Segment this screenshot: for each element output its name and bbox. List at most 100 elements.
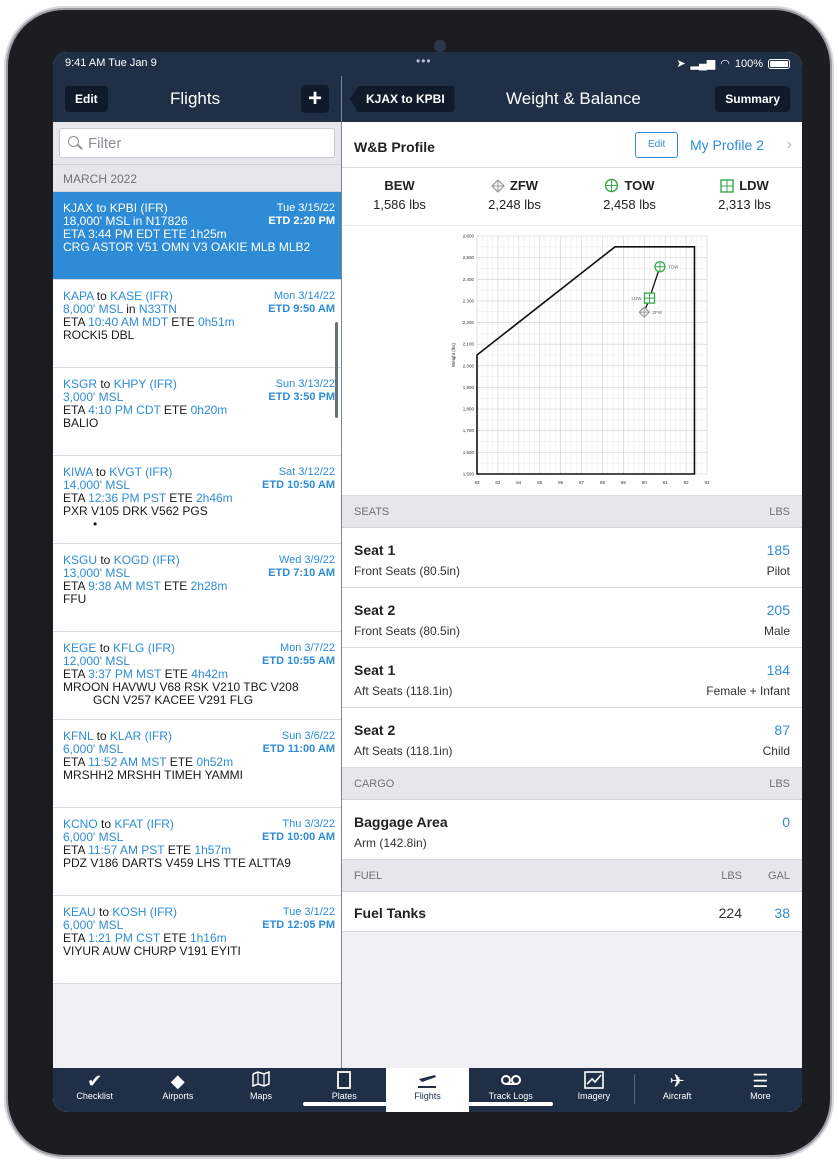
ldw-square-icon — [720, 178, 734, 193]
flight-route-cont: • — [93, 518, 98, 531]
seat-row[interactable]: Seat 1 Aft Seats (118.1in) 184 Female + … — [342, 648, 802, 708]
tab-imagery[interactable]: Imagery — [552, 1068, 635, 1112]
flight-list-item[interactable]: KSGU to KOGD (IFR) Wed 3/9/22 ETD 7:10 AM 1… — [53, 544, 341, 632]
tab-airports[interactable]: ◆ Airports — [136, 1068, 219, 1112]
seat-occupant: Pilot — [766, 564, 790, 578]
flight-list-item[interactable]: KAPA to KASE (IFR) Mon 3/14/22 ETD 9:50 AM… — [53, 280, 341, 368]
scrollbar[interactable] — [335, 322, 338, 418]
flight-date: Thu 3/3/22 — [282, 818, 335, 830]
fuel-gal[interactable]: 38 — [774, 905, 790, 921]
seat-weight[interactable]: 87 — [774, 722, 790, 738]
flight-etd: ETD 9:50 AM — [268, 303, 335, 315]
y-tick-label: 1,800 — [463, 407, 475, 412]
summary-button[interactable]: Summary — [715, 86, 790, 112]
tab-separator — [634, 1074, 635, 1104]
y-tick-label: 1,600 — [463, 450, 475, 455]
eta-label: ETA — [63, 755, 89, 769]
profile-edit-button[interactable]: Edit — [635, 132, 679, 158]
x-tick-label: 93 — [704, 480, 710, 485]
y-tick-label: 2,200 — [463, 320, 475, 325]
tow-circle-icon — [605, 178, 619, 193]
tab-label: Plates — [331, 1091, 357, 1101]
home-indicator[interactable] — [303, 1102, 553, 1106]
check-icon: ✔ — [87, 1071, 103, 1091]
flight-eta: 1:21 PM CST — [88, 931, 160, 945]
flight-aircraft: N17826 — [145, 214, 188, 228]
tab-label: Track Logs — [488, 1091, 533, 1101]
tab-maps[interactable]: Maps — [219, 1068, 302, 1112]
flight-route: BALIO — [63, 417, 99, 430]
flight-list-item[interactable]: KIWA to KVGT (IFR) Sat 3/12/22 ETD 10:50 A… — [53, 456, 341, 544]
cargo-weight[interactable]: 0 — [782, 814, 790, 830]
multitask-dots[interactable]: ••• — [416, 54, 432, 68]
flight-altitude: 14,000' MSL — [63, 478, 131, 492]
flight-etd: ETD 10:00 AM — [262, 831, 335, 843]
flight-times-row: ETA 11:57 AM PST ETE 1h57m — [63, 844, 331, 857]
arrival-airport: KOGD — [113, 553, 150, 567]
ete-label: ETE — [160, 403, 191, 417]
flight-list-item[interactable]: KFNL to KLAR (IFR) Sun 3/6/22 ETD 11:00 AM… — [53, 720, 341, 808]
more-icon: ☰ — [752, 1071, 769, 1091]
y-axis-label: Weight (lbs) — [451, 343, 456, 367]
seat-row[interactable]: Seat 2 Front Seats (80.5in) 205 Male — [342, 588, 802, 648]
profile-name[interactable]: My Profile 2 — [690, 137, 764, 153]
flight-list-item[interactable]: KSGR to KHPY (IFR) Sun 3/13/22 ETD 3:50 PM… — [53, 368, 341, 456]
flight-route-cont: GCN V257 KACEE V291 FLG — [93, 694, 254, 707]
arrival-airport: KVGT — [109, 465, 142, 479]
flight-times-row: ETA 11:52 AM MST ETE 0h52m — [63, 756, 331, 769]
seat-row[interactable]: Seat 1 Front Seats (80.5in) 185 Pilot — [342, 528, 802, 588]
flight-list-item[interactable]: KEGE to KFLG (IFR) Mon 3/7/22 ETD 10:55 AM… — [53, 632, 341, 720]
flight-route: MRSHH2 MRSHH TIMEH YAMMI — [63, 769, 244, 782]
x-tick-label: 86 — [558, 480, 564, 485]
flight-ete: 1h16m — [189, 931, 227, 945]
tab-aircraft[interactable]: ✈ Aircraft — [636, 1068, 719, 1112]
seat-weight[interactable]: 205 — [767, 602, 790, 618]
seat-row[interactable]: Seat 2 Aft Seats (118.1in) 87 Child — [342, 708, 802, 768]
seat-arm: Aft Seats (118.1in) — [354, 744, 453, 758]
flight-ete: 2h46m — [195, 491, 233, 505]
departure-airport: KFNL — [63, 729, 94, 743]
cg-loading-line — [643, 266, 661, 313]
back-button[interactable]: KJAX to KPBI — [350, 86, 455, 112]
weight-tow: TOW 2,458 lbs — [572, 168, 687, 225]
fuel-row[interactable]: Fuel Tanks 224 38 — [342, 892, 802, 932]
flight-times-row: ETA 12:36 PM PST ETE 2h46m — [63, 492, 331, 505]
flight-altitude: 8,000' MSL — [63, 302, 123, 316]
aircraft-prefix: in — [129, 214, 146, 228]
flight-altitude: 6,000' MSL — [63, 742, 124, 756]
filter-input[interactable]: Filter — [59, 128, 335, 158]
add-flight-button[interactable]: + — [301, 85, 329, 113]
wifi-icon: ◠ — [720, 58, 730, 70]
to-label: to — [95, 905, 113, 919]
flight-list-item[interactable]: KEAU to KOSH (IFR) Tue 3/1/22 ETD 12:05 PM… — [53, 896, 341, 984]
tab-more[interactable]: ☰ More — [719, 1068, 802, 1112]
flight-eta: 9:38 AM MST — [88, 579, 161, 593]
tab-label: Imagery — [577, 1091, 611, 1101]
cargo-row[interactable]: Baggage Area Arm (142.8in) 0 — [342, 800, 802, 860]
flights-list-pane: Filter MARCH 2022 KJAX to KPBI (IFR) Tue … — [53, 122, 341, 1068]
camera — [434, 40, 446, 52]
seats-section-header: SEATS LBS — [342, 496, 802, 528]
flight-times-row: ETA 3:37 PM MST ETE 4h42m — [63, 668, 331, 681]
wb-profile-row[interactable]: W&B Profile Edit My Profile 2 › — [342, 122, 802, 168]
fuel-title: Fuel Tanks — [354, 905, 427, 921]
edit-button[interactable]: Edit — [65, 86, 108, 112]
to-label: to — [97, 377, 114, 391]
departure-airport: KEGE — [63, 641, 97, 655]
flight-date: Sun 3/6/22 — [281, 730, 335, 742]
flight-list-item[interactable]: KCNO to KFAT (IFR) Thu 3/3/22 ETD 10:00 AM… — [53, 808, 341, 896]
x-tick-label: 83 — [495, 480, 501, 485]
weight-name: LDW — [739, 178, 769, 193]
battery-percent: 100% — [734, 57, 763, 70]
seat-weight[interactable]: 184 — [767, 662, 790, 678]
flight-list-item[interactable]: KJAX to KPBI (IFR) Tue 3/15/22 ETD 2:20 PM… — [53, 192, 341, 280]
flight-list: KJAX to KPBI (IFR) Tue 3/15/22 ETD 2:20 PM… — [53, 192, 341, 984]
y-tick-label: 1,900 — [463, 385, 475, 390]
cg-chart-svg: 82 83 84 85 86 87 88 89 90 91 92 93 1,500 1,600 1,700 1… — [451, 234, 710, 486]
arrival-airport: KPBI — [109, 201, 138, 215]
tab-checklist[interactable]: ✔ Checklist — [53, 1068, 136, 1112]
seat-weight[interactable]: 185 — [767, 542, 790, 558]
seat-arm: Front Seats (80.5in) — [354, 624, 461, 638]
flight-eta: 10:40 AM MDT — [88, 315, 168, 329]
flight-altitude: 13,000' MSL — [63, 566, 131, 580]
